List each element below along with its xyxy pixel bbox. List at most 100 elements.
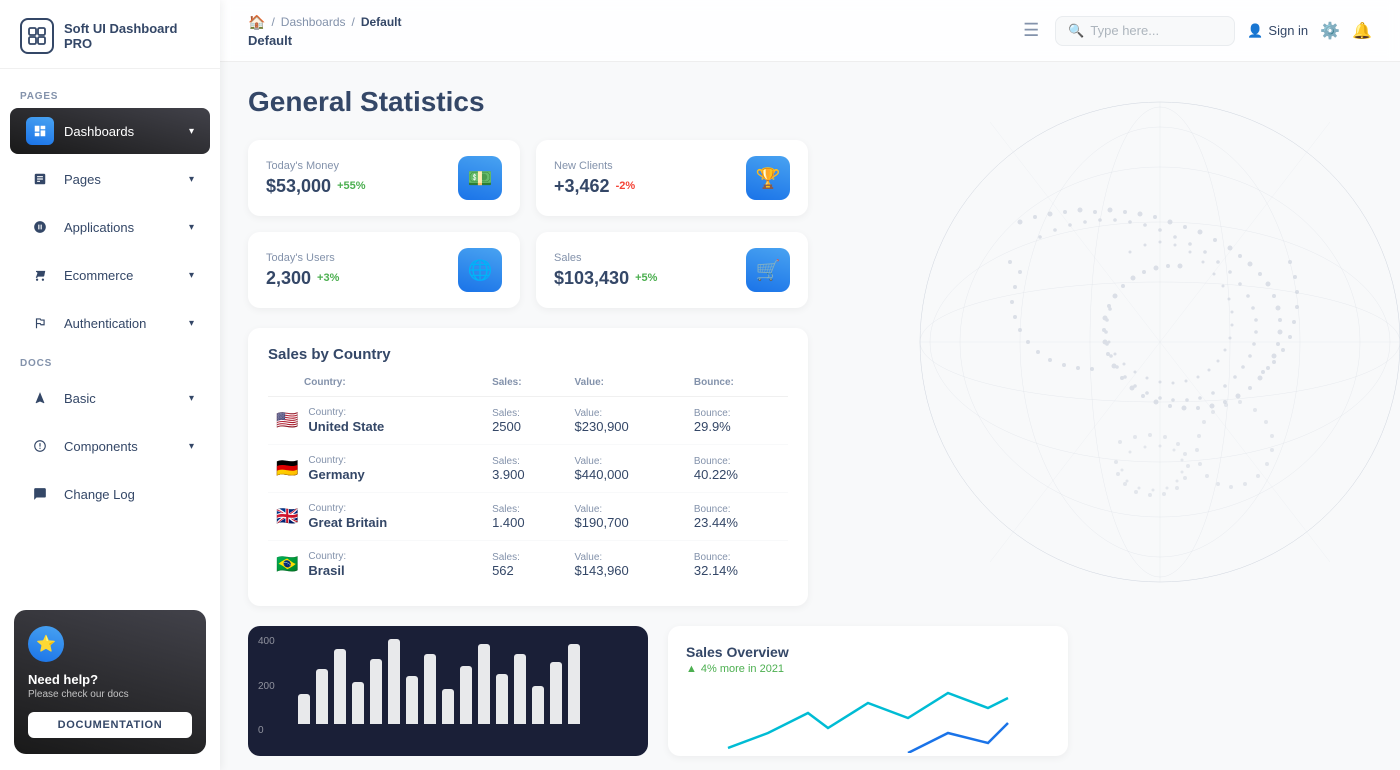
stat-change-money: +55%	[337, 180, 365, 192]
pages-chevron-icon: ▾	[189, 174, 194, 185]
y-label-0: 0	[258, 725, 275, 736]
sales-overview-change: ▲ 4% more in 2021	[686, 663, 1050, 675]
chart-bar	[298, 694, 310, 724]
sidebar-item-label-basic: Basic	[64, 391, 96, 406]
chart-bar	[478, 644, 490, 724]
sign-in-button[interactable]: 👤 Sign in	[1247, 23, 1308, 39]
stat-label-money: Today's Money	[266, 160, 366, 172]
content-area: // We'll use a pattern approach	[220, 62, 1400, 770]
sidebar-item-changelog[interactable]: Change Log	[10, 471, 210, 517]
sidebar-item-label-pages: Pages	[64, 172, 101, 187]
stat-card-clients-info: New Clients +3,462 -2%	[554, 160, 635, 197]
sales-cell: Sales: 562	[484, 541, 566, 589]
country-name: Brasil	[308, 563, 346, 578]
stat-value-clients: +3,462 -2%	[554, 176, 635, 197]
topnav-right: 🔍 Type here... 👤 Sign in ⚙️ 🔔	[1055, 16, 1372, 46]
country-name: Great Britain	[308, 515, 387, 530]
sidebar-item-label-changelog: Change Log	[64, 487, 135, 502]
value-col-value: $143,960	[575, 563, 678, 578]
search-placeholder: Type here...	[1090, 23, 1159, 38]
stat-icon-money: 💵	[458, 156, 502, 200]
table-row: 🇺🇸 Country: United State Sales: 2500 Val…	[268, 397, 788, 445]
bounce-col-value: 32.14%	[694, 563, 780, 578]
chart-bar	[406, 676, 418, 724]
value-col-label: Value:	[575, 504, 678, 515]
dashboards-chevron-icon: ▾	[189, 126, 194, 137]
stats-cards-row: Today's Money $53,000 +55% 💵 New Clients…	[248, 140, 808, 308]
search-box[interactable]: 🔍 Type here...	[1055, 16, 1235, 46]
chart-bar	[388, 639, 400, 724]
sidebar-item-applications[interactable]: Applications ▾	[10, 204, 210, 250]
country-label-text: Country:	[308, 503, 387, 514]
stat-card-sales-info: Sales $103,430 +5%	[554, 252, 657, 289]
sidebar-logo: Soft UI Dashboard PRO	[0, 0, 220, 69]
sign-in-label: Sign in	[1268, 23, 1308, 38]
app-name: Soft UI Dashboard PRO	[64, 21, 200, 51]
stat-value-money: $53,000 +55%	[266, 176, 366, 197]
breadcrumb-current: Default	[361, 15, 402, 29]
notifications-icon[interactable]: 🔔	[1352, 21, 1372, 41]
bounce-col-value: 29.9%	[694, 419, 780, 434]
settings-icon[interactable]: ⚙️	[1320, 21, 1340, 41]
stat-value-users-amount: 2,300	[266, 268, 311, 289]
country-label-text: Country:	[308, 407, 384, 418]
table-row: 🇬🇧 Country: Great Britain Sales: 1.400 V…	[268, 493, 788, 541]
arrow-up-icon: ▲	[686, 663, 697, 675]
stat-value-money-amount: $53,000	[266, 176, 331, 197]
breadcrumb: 🏠 / Dashboards / Default	[248, 14, 999, 31]
value-col-value: $190,700	[575, 515, 678, 530]
sidebar-item-pages[interactable]: Pages ▾	[10, 156, 210, 202]
value-col-label: Value:	[575, 456, 678, 467]
documentation-button[interactable]: DOCUMENTATION	[28, 712, 192, 738]
ecommerce-icon	[26, 261, 54, 289]
country-flag: 🇺🇸	[276, 410, 298, 431]
value-col-label: Value:	[575, 552, 678, 563]
help-card: ⭐ Need help? Please check our docs DOCUM…	[14, 610, 206, 754]
hamburger-menu-icon[interactable]: ☰	[1023, 20, 1039, 41]
breadcrumb-home-icon: 🏠	[248, 14, 265, 31]
sidebar-item-dashboards[interactable]: Dashboards ▾	[10, 108, 210, 154]
sidebar-item-label-applications: Applications	[64, 220, 134, 235]
country-label-text: Country:	[308, 551, 346, 562]
bar-chart-bars	[266, 644, 630, 724]
sidebar-item-basic[interactable]: Basic ▾	[10, 375, 210, 421]
bounce-col-value: 40.22%	[694, 467, 780, 482]
sidebar-item-components[interactable]: Components ▾	[10, 423, 210, 469]
stat-card-users-info: Today's Users 2,300 +3%	[266, 252, 339, 289]
sidebar-section-pages: PAGES	[0, 81, 220, 106]
bar-chart-card: 400 200 0	[248, 626, 648, 756]
country-flag: 🇩🇪	[276, 458, 298, 479]
value-col-value: $230,900	[575, 419, 678, 434]
country-table: Country: Sales: Value: Bounce: 🇺🇸 Countr…	[268, 377, 788, 588]
value-col-value: $440,000	[575, 467, 678, 482]
breadcrumb-dashboards[interactable]: Dashboards	[281, 15, 346, 29]
stat-label-users: Today's Users	[266, 252, 339, 264]
sales-overview-title: Sales Overview	[686, 644, 1050, 660]
chart-bar	[514, 654, 526, 724]
value-col-label: Value:	[575, 408, 678, 419]
stat-change-clients: -2%	[616, 180, 636, 192]
chart-bar	[550, 662, 562, 724]
sales-overview-card: Sales Overview ▲ 4% more in 2021	[668, 626, 1068, 756]
help-subtitle: Please check our docs	[28, 689, 192, 700]
page-breadcrumb-title: Default	[248, 33, 999, 48]
chart-y-labels: 400 200 0	[258, 636, 275, 736]
bottom-charts-row: 400 200 0 Sales Overview ▲ 4% more in 20…	[248, 626, 1068, 756]
sales-overview-change-text: 4% more in 2021	[701, 663, 784, 675]
stat-icon-users: 🌐	[458, 248, 502, 292]
country-label-text: Country:	[308, 455, 364, 466]
chart-bar	[496, 674, 508, 724]
sales-col-label: Sales:	[492, 456, 558, 467]
help-title: Need help?	[28, 672, 192, 687]
bounce-col-label: Bounce:	[694, 504, 780, 515]
sidebar-item-ecommerce[interactable]: Ecommerce ▾	[10, 252, 210, 298]
stat-card-money-info: Today's Money $53,000 +55%	[266, 160, 366, 197]
bounce-col-label: Bounce:	[694, 552, 780, 563]
stat-icon-clients: 🏆	[746, 156, 790, 200]
sales-col-value: 562	[492, 563, 558, 578]
dollar-icon: 💵	[468, 166, 493, 191]
sidebar-item-authentication[interactable]: Authentication ▾	[10, 300, 210, 346]
cart-icon: 🛒	[756, 258, 781, 283]
stat-label-sales: Sales	[554, 252, 657, 264]
applications-chevron-icon: ▾	[189, 222, 194, 233]
